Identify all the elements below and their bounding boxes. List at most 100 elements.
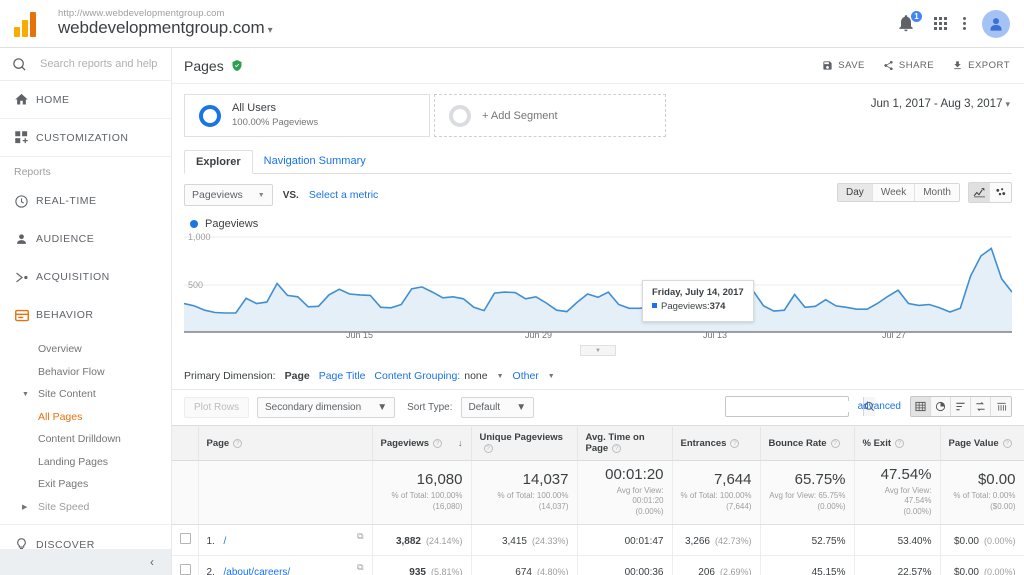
column-header-pageviews[interactable]: Pageviews? ↓ (372, 425, 472, 461)
totals-sub1: % of Total: 100.00% (680, 490, 752, 500)
sidebar-search[interactable] (0, 48, 171, 81)
user-avatar-icon[interactable] (982, 9, 1010, 38)
column-header-avg-time[interactable]: Avg. Time on Page? (577, 425, 673, 461)
tab-explorer[interactable]: Explorer (184, 150, 253, 174)
sort-desc-icon[interactable]: ↓ (458, 438, 463, 448)
sidebar-item-acquisition[interactable]: ACQUISITION (0, 258, 171, 296)
content-grouping-label[interactable]: Content Grouping: (374, 370, 460, 382)
notifications-button[interactable]: 1 (896, 9, 923, 35)
plot-rows-button[interactable]: Plot Rows (184, 397, 250, 418)
granularity-day[interactable]: Day (838, 184, 873, 201)
sidebar-subitem-site-speed[interactable]: ▶ Site Speed (0, 496, 171, 519)
chart-type-group (968, 182, 1012, 203)
sidebar-subitem-overview[interactable]: Overview (0, 338, 171, 361)
column-header-unique-pageviews[interactable]: Unique Pageviews? (471, 425, 578, 461)
table-row[interactable]: 1. / ⧉ 3,882 (24.14%) 3,415 (24.33%) 00:01:47 3,… (172, 524, 1024, 556)
table-row[interactable]: 2. /about/careers/ ⧉ 935 (5.81%) 674 (4.80%) 00… (172, 555, 1024, 575)
row-checkbox[interactable] (180, 532, 191, 544)
account-selector[interactable]: http://www.webdevelopmentgroup.com webde… (58, 8, 273, 38)
help-icon[interactable]: ? (1002, 438, 1012, 448)
primary-dimension-current[interactable]: Page (285, 370, 310, 382)
column-header-page-value[interactable]: Page Value? (940, 425, 1024, 461)
share-button[interactable]: SHARE (883, 60, 934, 71)
performance-view-icon[interactable] (951, 397, 971, 416)
chart-scrubber-handle[interactable]: ▼ (580, 345, 616, 356)
date-range-picker[interactable]: Jun 1, 2017 - Aug 3, 2017 ▾ (871, 98, 1010, 110)
help-icon[interactable]: ? (612, 444, 622, 453)
apps-grid-icon[interactable] (934, 17, 947, 30)
pivot-view-icon[interactable] (991, 397, 1011, 416)
column-header-entrances[interactable]: Entrances? (672, 425, 761, 461)
kebab-menu-icon[interactable] (963, 17, 966, 30)
chevron-down-icon: ▼ (377, 402, 388, 413)
chevron-down-icon-other[interactable]: ▼ (548, 373, 555, 380)
advanced-link[interactable]: advanced (858, 401, 901, 412)
add-segment-button[interactable]: + Add Segment (434, 94, 666, 137)
sidebar-subitem-label: Overview (38, 343, 82, 356)
pageviews-chart[interactable]: 1,000 500 Jun 15 Jun 29 Jul 13 Jul 27 Fr… (184, 232, 1012, 356)
table-search[interactable] (724, 396, 875, 417)
content-grouping-value[interactable]: none (464, 370, 487, 382)
help-icon[interactable]: ? (895, 438, 905, 448)
row-page-link[interactable]: /about/careers/ (224, 567, 291, 575)
totals-sub2: (0.00%) (635, 507, 664, 517)
page-title: Pages (184, 57, 224, 74)
sidebar-subitem-exit-pages[interactable]: Exit Pages (0, 473, 171, 496)
metric-select-value: Pageviews (192, 189, 243, 201)
chevron-down-icon[interactable]: ▾ (268, 25, 273, 36)
sidebar-subitem-behavior-flow[interactable]: Behavior Flow (0, 361, 171, 384)
table-search-input[interactable] (725, 401, 863, 412)
table-totals-row: 16,080 % of Total: 100.00% (16,080) 14,0… (172, 460, 1024, 525)
segment-all-users[interactable]: All Users 100.00% Pageviews (184, 94, 430, 137)
open-page-icon[interactable]: ⧉ (357, 562, 363, 573)
column-label: % Exit (862, 437, 892, 449)
granularity-month[interactable]: Month (915, 184, 959, 201)
search-input[interactable] (40, 58, 160, 70)
export-button[interactable]: EXPORT (952, 60, 1010, 71)
open-page-icon[interactable]: ⧉ (357, 531, 363, 542)
help-icon[interactable]: ? (433, 438, 443, 448)
table-view-icon[interactable] (911, 397, 931, 416)
totals-sub2: (7,644) (726, 501, 752, 511)
sidebar-subitem-landing-pages[interactable]: Landing Pages (0, 451, 171, 474)
sidebar-item-home[interactable]: HOME (0, 81, 171, 119)
comparison-view-icon[interactable] (971, 397, 991, 416)
secondary-dimension-select[interactable]: Secondary dimension ▼ (257, 397, 396, 418)
help-icon[interactable]: ? (730, 438, 740, 448)
column-header-page[interactable]: Page? (198, 425, 373, 461)
sidebar-item-audience[interactable]: AUDIENCE (0, 220, 171, 258)
help-icon[interactable]: ? (830, 438, 840, 448)
help-icon[interactable]: ? (483, 444, 493, 453)
tab-navigation-summary[interactable]: Navigation Summary (253, 150, 377, 174)
metric-select[interactable]: Pageviews ▼ (184, 184, 273, 206)
sidebar-subitem-all-pages[interactable]: All Pages (0, 406, 171, 429)
row-checkbox[interactable] (180, 563, 191, 575)
chevron-down-icon[interactable]: ▼ (22, 391, 29, 398)
sort-type-select[interactable]: Default ▼ (460, 397, 535, 418)
primary-dimension-page-title[interactable]: Page Title (319, 370, 366, 382)
select-a-metric-link[interactable]: Select a metric (309, 189, 378, 201)
row-checkbox-cell[interactable] (172, 524, 199, 556)
help-icon[interactable]: ? (233, 438, 243, 448)
sidebar-subitem-site-content[interactable]: ▼ Site Content (0, 383, 171, 406)
pie-view-icon[interactable] (931, 397, 951, 416)
sidebar-item-customization[interactable]: CUSTOMIZATION (0, 119, 171, 157)
save-button[interactable]: SAVE (822, 60, 865, 71)
share-icon (884, 60, 893, 71)
chevron-down-icon[interactable]: ▼ (497, 373, 504, 380)
row-checkbox-cell[interactable] (172, 555, 199, 575)
line-chart-icon[interactable] (969, 183, 990, 202)
other-dimension-link[interactable]: Other (513, 370, 539, 382)
sidebar-item-behavior[interactable]: BEHAVIOR (0, 296, 171, 334)
sidebar-collapse-button[interactable]: ‹ (0, 549, 171, 575)
chevron-right-icon[interactable]: ▶ (22, 503, 27, 511)
granularity-week[interactable]: Week (872, 184, 916, 201)
sidebar-subitem-content-drilldown[interactable]: Content Drilldown (0, 428, 171, 451)
column-header-exit[interactable]: % Exit? (854, 425, 941, 461)
column-header-bounce-rate[interactable]: Bounce Rate? (760, 425, 855, 461)
row-page-link[interactable]: / (224, 536, 227, 547)
tooltip-date: Friday, July 14, 2017 (652, 287, 744, 298)
totals-sub: Avg for View: 65.75% (0.00%) (769, 491, 845, 513)
sidebar-item-real-time[interactable]: REAL-TIME (0, 182, 171, 220)
motion-chart-icon[interactable] (990, 183, 1011, 202)
